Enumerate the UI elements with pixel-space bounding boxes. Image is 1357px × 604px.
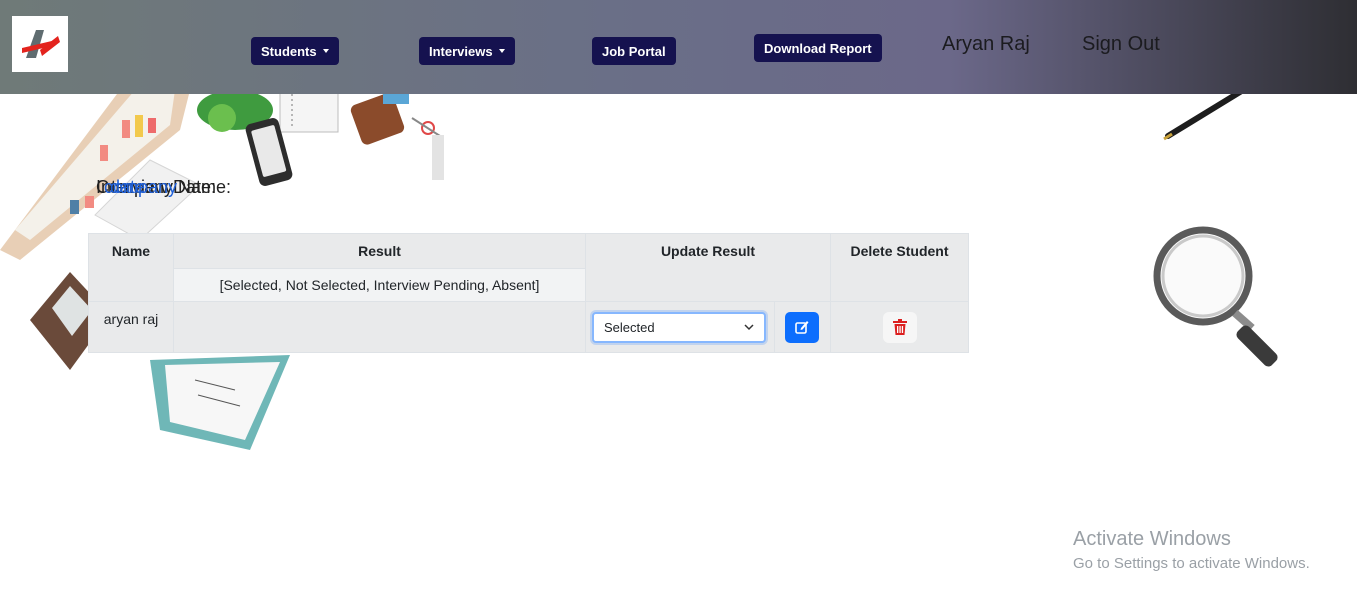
- notebook-illustration: [279, 90, 339, 133]
- interviews-label: Interviews: [429, 43, 493, 59]
- students-result-table: Name Result Update Result Delete Student…: [88, 233, 969, 353]
- activate-windows-watermark: Activate Windows Go to Settings to activ…: [1073, 528, 1310, 572]
- logo[interactable]: [12, 16, 68, 72]
- watermark-subtitle: Go to Settings to activate Windows.: [1073, 555, 1310, 572]
- update-result-button[interactable]: [785, 311, 820, 343]
- sign-out-link[interactable]: Sign Out: [1082, 33, 1160, 56]
- date-value: date: [110, 177, 146, 197]
- result-select-value: Selected: [604, 319, 655, 335]
- student-result-cell: [173, 301, 586, 353]
- interviews-dropdown-button[interactable]: Interviews: [419, 37, 515, 65]
- job-portal-button[interactable]: Job Portal: [592, 37, 676, 65]
- job-portal-label: Job Portal: [602, 43, 666, 59]
- update-result-select-cell: Selected: [584, 301, 776, 353]
- update-button-cell: [774, 301, 831, 353]
- download-report-button[interactable]: Download Report: [754, 34, 882, 62]
- magnifying-glass-illustration: [1153, 226, 1278, 367]
- chevron-down-icon: [322, 49, 329, 53]
- header-result: Result: [173, 233, 586, 269]
- edit-icon: [795, 321, 809, 334]
- students-dropdown-button[interactable]: Students: [251, 37, 339, 65]
- header-delete-student: Delete Student: [830, 233, 969, 302]
- delete-student-button[interactable]: [882, 311, 917, 343]
- logo-icon: [22, 30, 60, 58]
- trash-icon: [892, 319, 907, 335]
- student-name-cell: aryan raj: [88, 301, 174, 353]
- wallet-illustration: [350, 92, 409, 145]
- scissors-illustration: [411, 117, 444, 180]
- result-select[interactable]: Selected: [592, 311, 766, 343]
- user-name-link[interactable]: Aryan Raj: [942, 33, 1030, 56]
- result-options-note: [Selected, Not Selected, Interview Pendi…: [173, 268, 586, 302]
- table-row: aryan raj Selected: [88, 301, 969, 353]
- chevron-down-icon: [498, 49, 505, 53]
- clipboard-illustration: [150, 355, 290, 450]
- header-update-result: Update Result: [585, 233, 831, 302]
- delete-button-cell: [830, 301, 969, 353]
- chevron-down-icon: [744, 323, 754, 330]
- top-navbar: Students Interviews Job Portal Download …: [0, 0, 1357, 94]
- header-name: Name: [88, 233, 174, 302]
- students-label: Students: [261, 43, 317, 59]
- download-report-label: Download Report: [764, 40, 872, 56]
- watermark-title: Activate Windows: [1073, 528, 1231, 550]
